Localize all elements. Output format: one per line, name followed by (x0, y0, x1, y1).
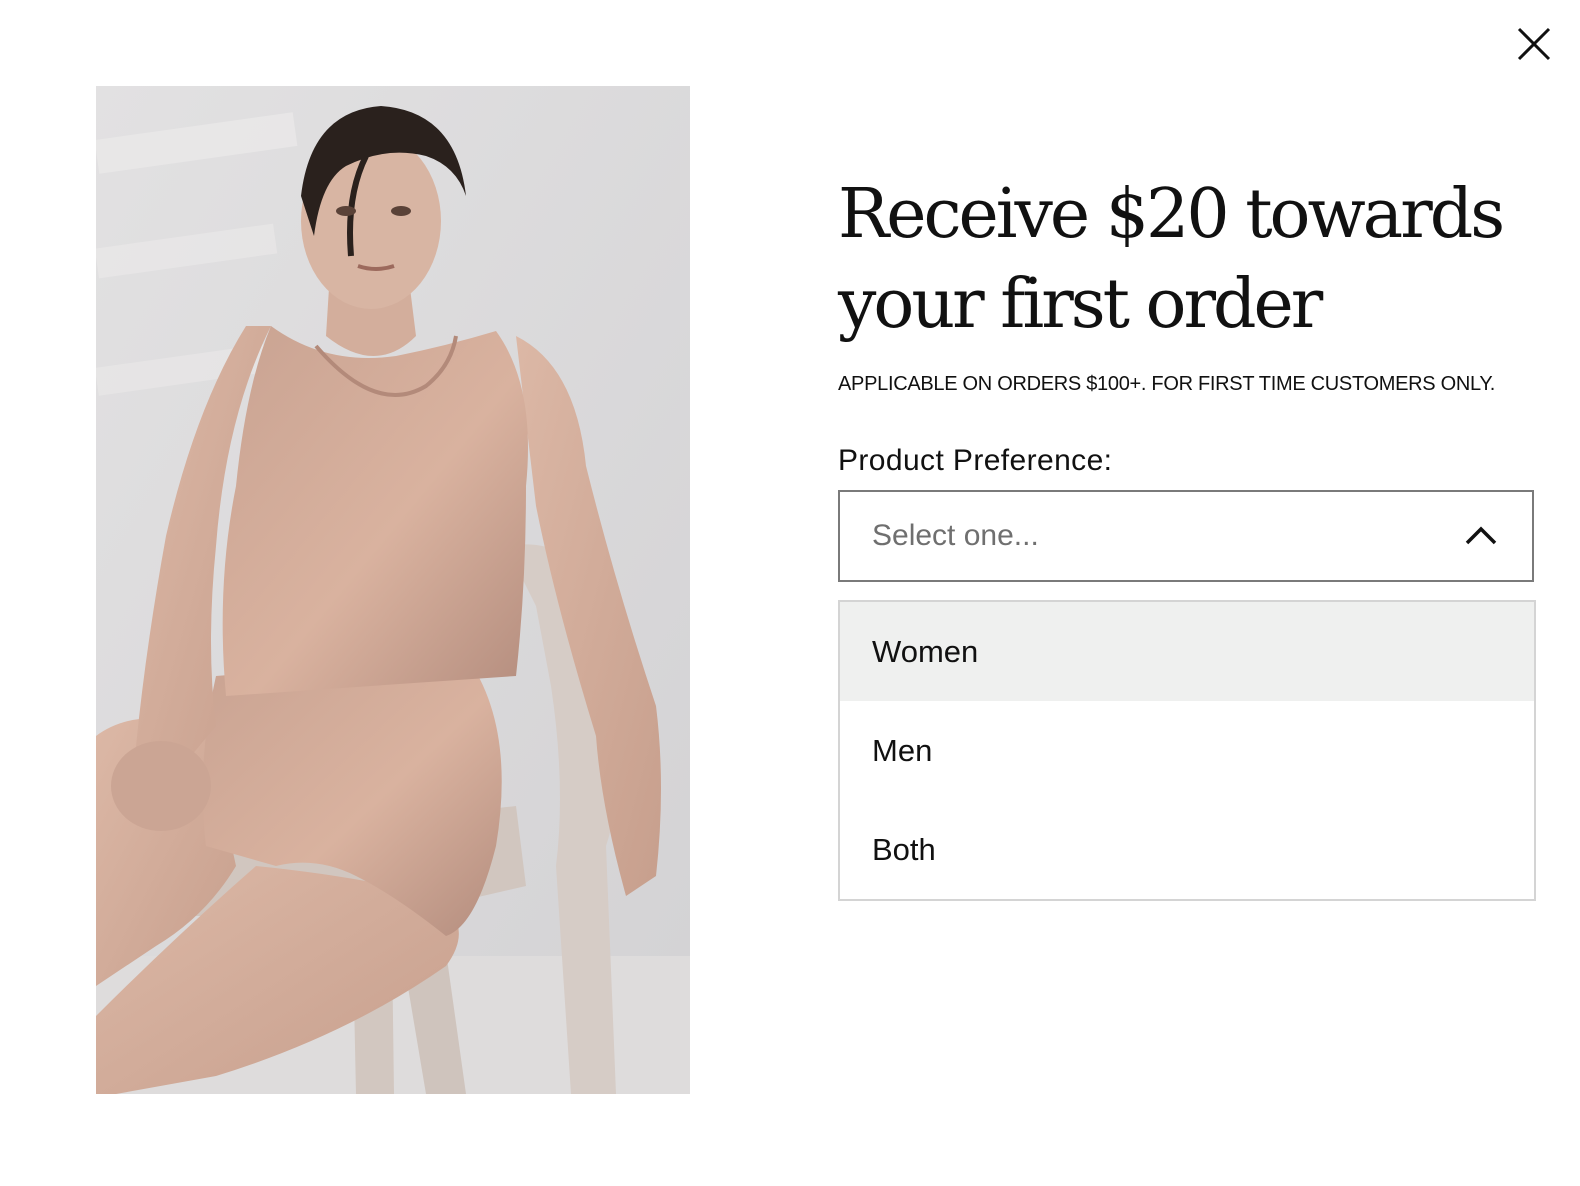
product-preference-label: Product Preference: (838, 444, 1113, 477)
promo-headline-line1: Receive $20 towards (838, 175, 1505, 254)
close-icon (1517, 27, 1551, 61)
option-women[interactable]: Women (840, 602, 1534, 701)
select-placeholder: Select one... (872, 519, 1039, 552)
promo-headline-line2: your first order (838, 265, 1323, 344)
close-button[interactable] (1512, 22, 1556, 66)
signup-modal: Receive $20 towards your first order APP… (0, 0, 1580, 1186)
promo-disclaimer: APPLICABLE ON ORDERS $100+. FOR FIRST TI… (838, 373, 1496, 395)
signup-form-panel: Receive $20 towards your first order APP… (838, 170, 1538, 901)
preference-options-list: Women Men Both (838, 600, 1536, 901)
option-both[interactable]: Both (840, 800, 1534, 899)
promo-headline: Receive $20 towards your first order (838, 170, 1538, 350)
model-photo (96, 86, 690, 1094)
product-preference-select[interactable]: Select one... (838, 490, 1534, 582)
chevron-up-icon (1465, 526, 1497, 545)
option-men[interactable]: Men (840, 701, 1534, 800)
